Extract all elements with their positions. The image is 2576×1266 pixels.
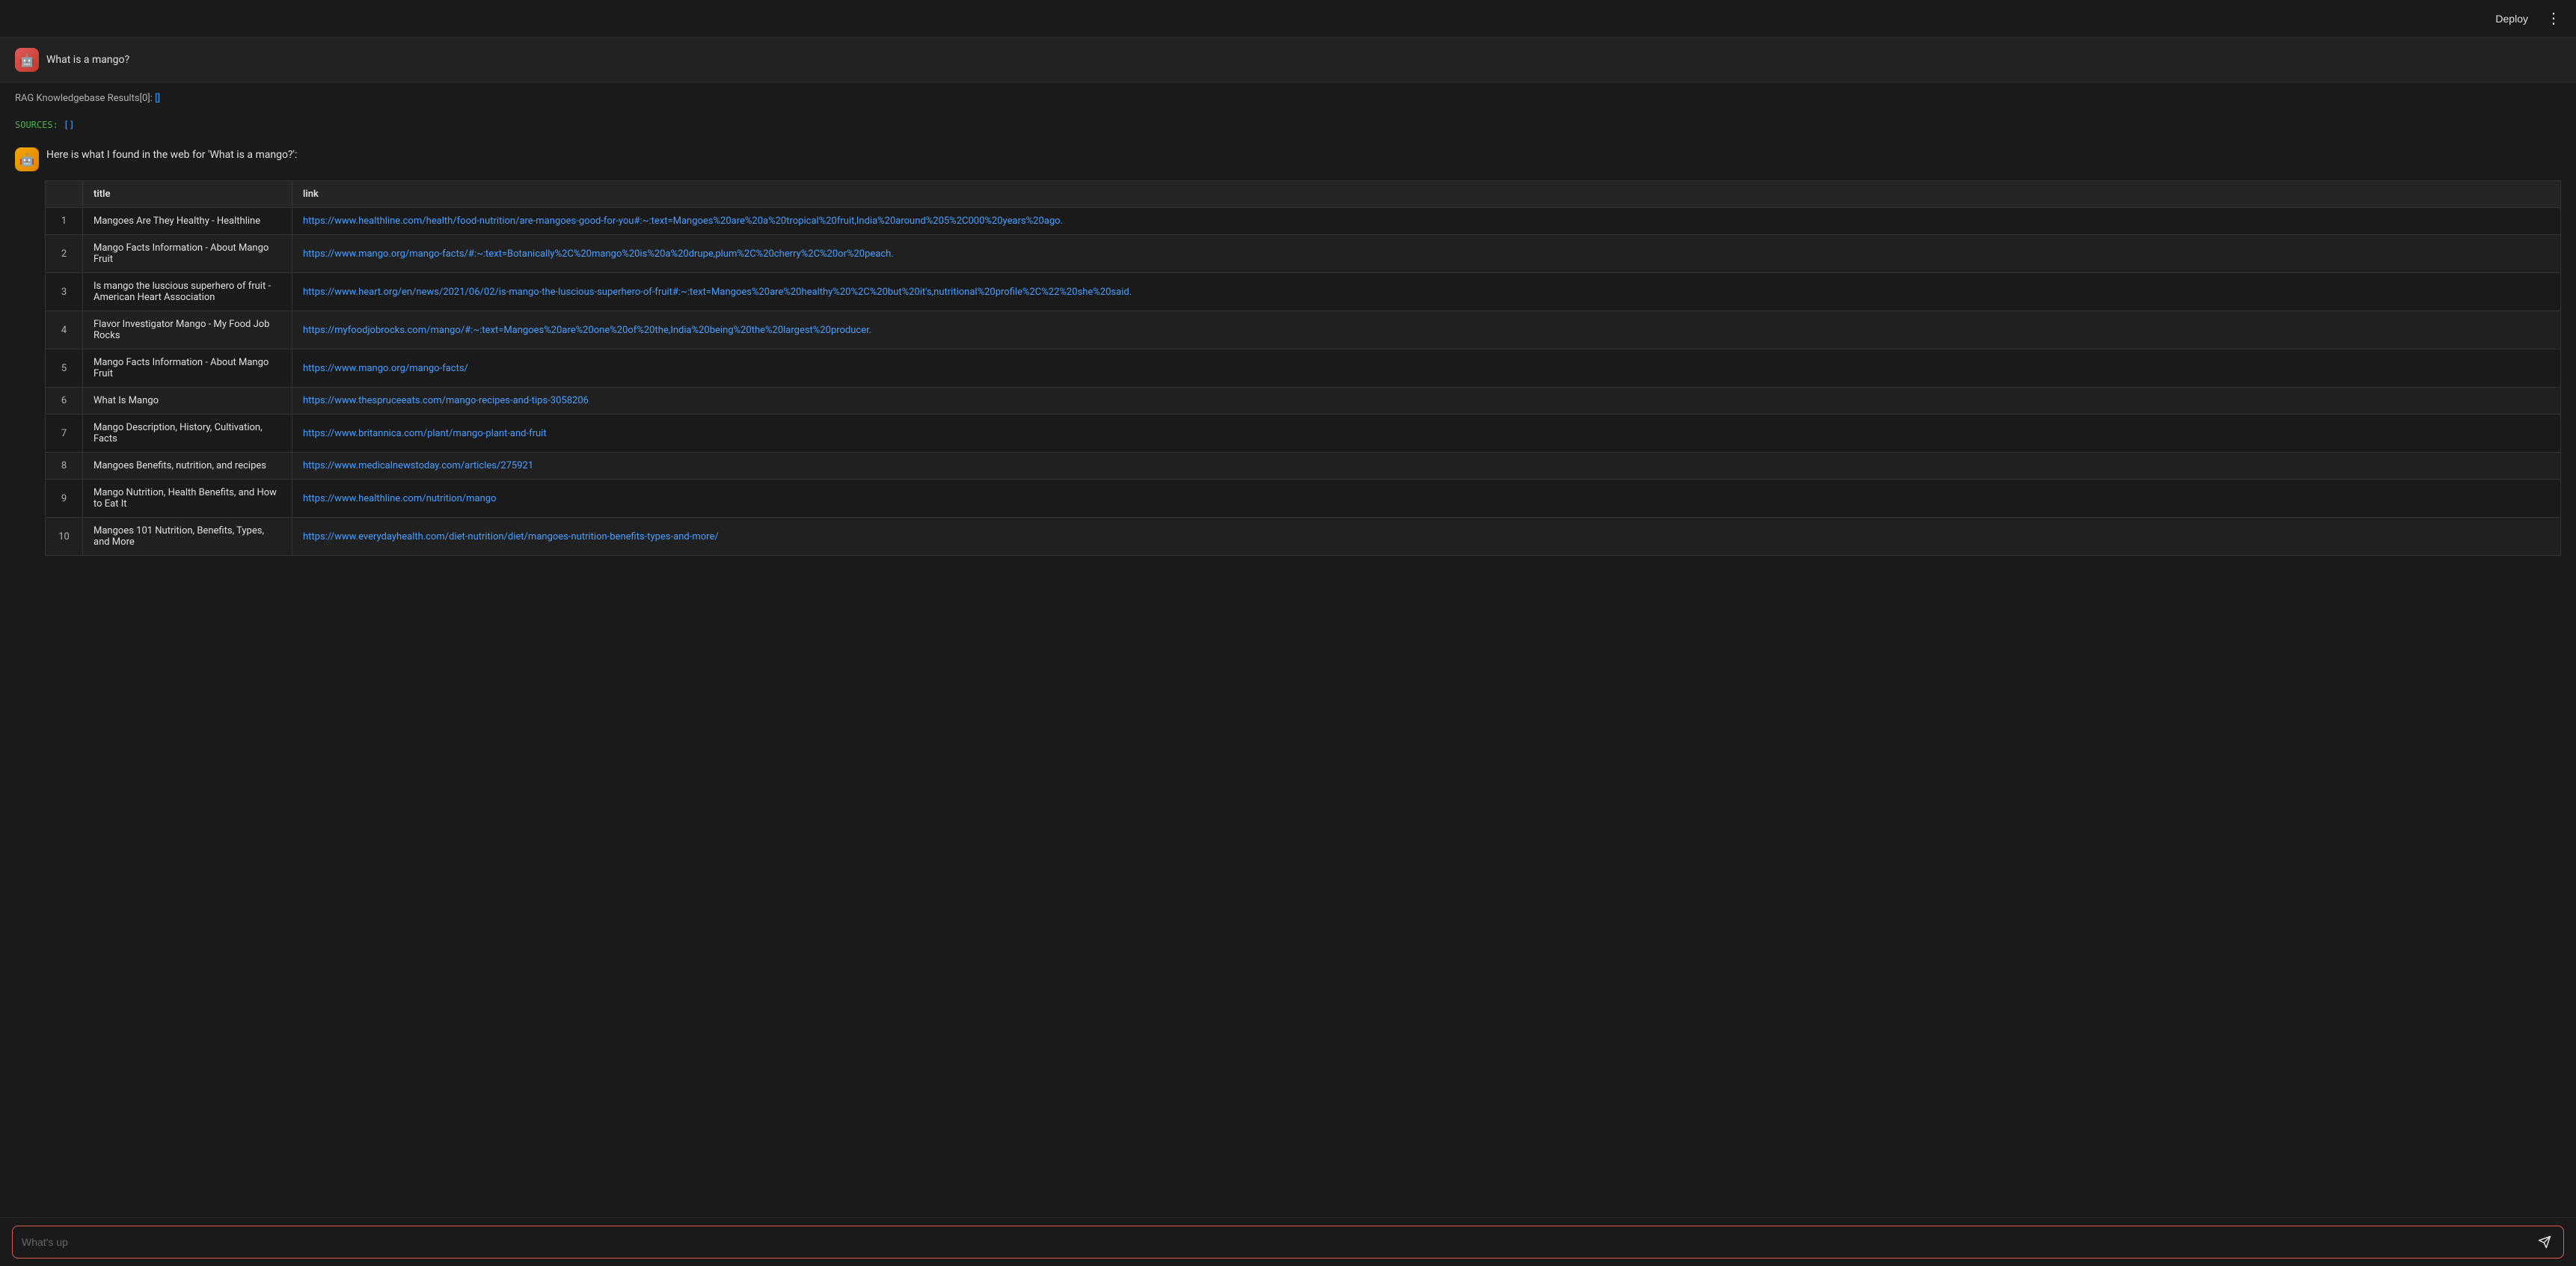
bot-icon: 🤖 bbox=[15, 147, 39, 171]
result-link[interactable]: https://www.mango.org/mango-facts/ bbox=[303, 363, 468, 374]
user-icon: 🤖 bbox=[15, 48, 39, 72]
row-num: 4 bbox=[46, 311, 83, 349]
result-link[interactable]: https://www.medicalnewstoday.com/article… bbox=[303, 460, 533, 471]
row-link: https://www.medicalnewstoday.com/article… bbox=[292, 453, 2561, 480]
row-num: 6 bbox=[46, 388, 83, 415]
more-options-button[interactable]: ⋮ bbox=[2543, 6, 2564, 31]
row-link: https://www.mango.org/mango-facts/#:~:te… bbox=[292, 235, 2561, 273]
rag-results-row: RAG Knowledgebase Results[0]: [] bbox=[0, 83, 2576, 113]
col-num bbox=[46, 181, 83, 208]
table-row: 9Mango Nutrition, Health Benefits, and H… bbox=[46, 480, 2561, 518]
table-row: 6What Is Mango https://www.thespruceeats.… bbox=[46, 388, 2561, 415]
row-title: Mangoes Are They Healthy - Healthline bbox=[83, 208, 292, 235]
row-title: What Is Mango bbox=[83, 388, 292, 415]
table-row: 2Mango Facts Information - About Mango F… bbox=[46, 235, 2561, 273]
row-link: https://myfoodjobrocks.com/mango/#:~:tex… bbox=[292, 311, 2561, 349]
table-row: 7Mango Description, History, Cultivation… bbox=[46, 415, 2561, 453]
table-row: 5Mango Facts Information - About Mango F… bbox=[46, 349, 2561, 388]
result-link[interactable]: https://myfoodjobrocks.com/mango/#:~:tex… bbox=[303, 325, 871, 336]
table-row: 1Mangoes Are They Healthy - Healthline ht… bbox=[46, 208, 2561, 235]
user-query-text: What is a mango? bbox=[46, 54, 129, 66]
row-num: 3 bbox=[46, 273, 83, 311]
row-title: Flavor Investigator Mango - My Food Job … bbox=[83, 311, 292, 349]
result-link[interactable]: https://www.everydayhealth.com/diet-nutr… bbox=[303, 531, 719, 542]
input-area bbox=[0, 1217, 2576, 1266]
result-link[interactable]: https://www.britannica.com/plant/mango-p… bbox=[303, 428, 547, 439]
row-num: 8 bbox=[46, 453, 83, 480]
row-link: https://www.everydayhealth.com/diet-nutr… bbox=[292, 518, 2561, 556]
row-num: 2 bbox=[46, 235, 83, 273]
col-link: link bbox=[292, 181, 2561, 208]
sources-row: SOURCES: [] bbox=[0, 113, 2576, 137]
sources-label: SOURCES: bbox=[15, 120, 64, 130]
table-header-row: title link bbox=[46, 181, 2561, 208]
user-query-row: 🤖 What is a mango? bbox=[0, 37, 2576, 83]
row-num: 9 bbox=[46, 480, 83, 518]
row-num: 7 bbox=[46, 415, 83, 453]
col-title: title bbox=[83, 181, 292, 208]
bot-response-row: 🤖 Here is what I found in the web for 'W… bbox=[0, 137, 2576, 180]
row-title: Mangoes Benefits, nutrition, and recipes bbox=[83, 453, 292, 480]
sources-value: [] bbox=[64, 120, 74, 130]
row-title: Mango Description, History, Cultivation,… bbox=[83, 415, 292, 453]
row-title: Mango Nutrition, Health Benefits, and Ho… bbox=[83, 480, 292, 518]
table-row: 4Flavor Investigator Mango - My Food Job… bbox=[46, 311, 2561, 349]
row-link: https://www.britannica.com/plant/mango-p… bbox=[292, 415, 2561, 453]
row-link: https://www.heart.org/en/news/2021/06/02… bbox=[292, 273, 2561, 311]
main-content: 🤖 What is a mango? RAG Knowledgebase Res… bbox=[0, 37, 2576, 1217]
result-link[interactable]: https://www.healthline.com/health/food-n… bbox=[303, 215, 1063, 227]
row-link: https://www.thespruceeats.com/mango-reci… bbox=[292, 388, 2561, 415]
results-table: title link 1Mangoes Are They Healthy - H… bbox=[45, 180, 2561, 556]
table-row: 10Mangoes 101 Nutrition, Benefits, Types… bbox=[46, 518, 2561, 556]
input-wrapper bbox=[12, 1226, 2564, 1259]
row-num: 10 bbox=[46, 518, 83, 556]
row-link: https://www.mango.org/mango-facts/ bbox=[292, 349, 2561, 388]
rag-label: RAG Knowledgebase Results[0]: bbox=[15, 93, 155, 104]
row-link: https://www.healthline.com/health/food-n… bbox=[292, 208, 2561, 235]
result-link[interactable]: https://www.thespruceeats.com/mango-reci… bbox=[303, 395, 589, 406]
deploy-button[interactable]: Deploy bbox=[2489, 10, 2534, 28]
chat-input[interactable] bbox=[22, 1236, 2535, 1248]
row-link: https://www.healthline.com/nutrition/man… bbox=[292, 480, 2561, 518]
table-row: 8Mangoes Benefits, nutrition, and recipe… bbox=[46, 453, 2561, 480]
rag-value: [] bbox=[155, 93, 160, 104]
row-num: 5 bbox=[46, 349, 83, 388]
row-title: Mango Facts Information - About Mango Fr… bbox=[83, 235, 292, 273]
row-num: 1 bbox=[46, 208, 83, 235]
result-link[interactable]: https://www.mango.org/mango-facts/#:~:te… bbox=[303, 248, 894, 260]
top-bar: Deploy ⋮ bbox=[0, 0, 2576, 37]
row-title: Mango Facts Information - About Mango Fr… bbox=[83, 349, 292, 388]
row-title: Mangoes 101 Nutrition, Benefits, Types, … bbox=[83, 518, 292, 556]
result-link[interactable]: https://www.heart.org/en/news/2021/06/02… bbox=[303, 287, 1132, 298]
result-link[interactable]: https://www.healthline.com/nutrition/man… bbox=[303, 493, 496, 504]
table-row: 3Is mango the luscious superhero of frui… bbox=[46, 273, 2561, 311]
bot-response-text: Here is what I found in the web for 'Wha… bbox=[46, 146, 297, 161]
top-bar-actions: Deploy ⋮ bbox=[2489, 6, 2564, 31]
row-title: Is mango the luscious superhero of fruit… bbox=[83, 273, 292, 311]
send-button[interactable] bbox=[2535, 1232, 2554, 1252]
table-container: title link 1Mangoes Are They Healthy - H… bbox=[0, 180, 2576, 571]
